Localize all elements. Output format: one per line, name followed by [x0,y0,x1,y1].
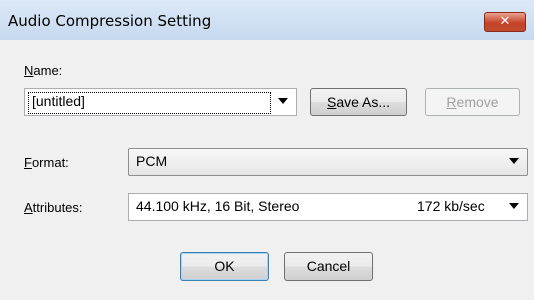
format-dropdown-value: PCM [136,153,168,169]
chevron-down-icon[interactable] [509,158,519,164]
cancel-button[interactable]: Cancel [284,252,373,281]
attributes-bitrate: 172 kb/sec [417,198,485,214]
attributes-dropdown[interactable]: 44.100 kHz, 16 Bit, Stereo 172 kb/sec [128,193,528,221]
audio-compression-dialog: Audio Compression Setting ✕ Name: [untit… [0,0,534,300]
name-dropdown[interactable]: [untitled] [24,88,297,116]
close-button[interactable]: ✕ [484,12,526,32]
title-bar[interactable]: Audio Compression Setting ✕ [0,0,534,40]
attributes-dropdown-value: 44.100 kHz, 16 Bit, Stereo [136,198,300,214]
ok-button[interactable]: OK [180,252,269,281]
chevron-down-icon[interactable] [278,98,288,104]
attributes-label: Attributes: [24,200,83,215]
name-label: Name: [24,63,63,78]
remove-button[interactable]: Remove [425,88,520,116]
save-as-button[interactable]: Save As... [310,88,407,116]
focus-rectangle [28,92,271,114]
format-dropdown[interactable]: PCM [128,148,528,176]
chevron-down-icon[interactable] [509,203,519,209]
dialog-body: Name: [untitled] Save As... Remove Forma… [0,40,534,300]
close-icon: ✕ [499,14,511,29]
format-label: Format: [24,155,69,170]
window-title: Audio Compression Setting [8,12,212,30]
